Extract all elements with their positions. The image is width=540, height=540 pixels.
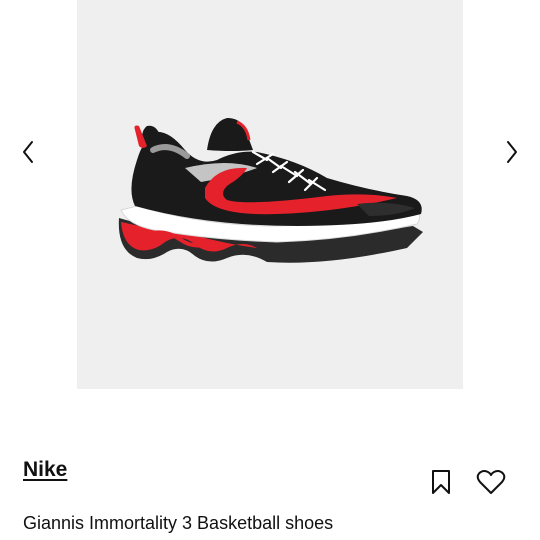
wishlist-button[interactable] bbox=[475, 466, 507, 498]
product-title: Giannis Immortality 3 Basketball shoes bbox=[23, 513, 334, 533]
heart-icon bbox=[476, 470, 506, 494]
bookmark-icon bbox=[432, 470, 450, 494]
basketball-shoe-image bbox=[118, 118, 423, 263]
chevron-left-icon bbox=[23, 141, 33, 163]
product-image-gallery bbox=[0, 0, 540, 390]
brand-link[interactable]: Nike bbox=[23, 458, 67, 482]
save-button[interactable] bbox=[425, 466, 457, 498]
product-image bbox=[77, 0, 463, 389]
next-image-button[interactable] bbox=[496, 136, 528, 168]
previous-image-button[interactable] bbox=[12, 136, 44, 168]
chevron-right-icon bbox=[507, 141, 517, 163]
